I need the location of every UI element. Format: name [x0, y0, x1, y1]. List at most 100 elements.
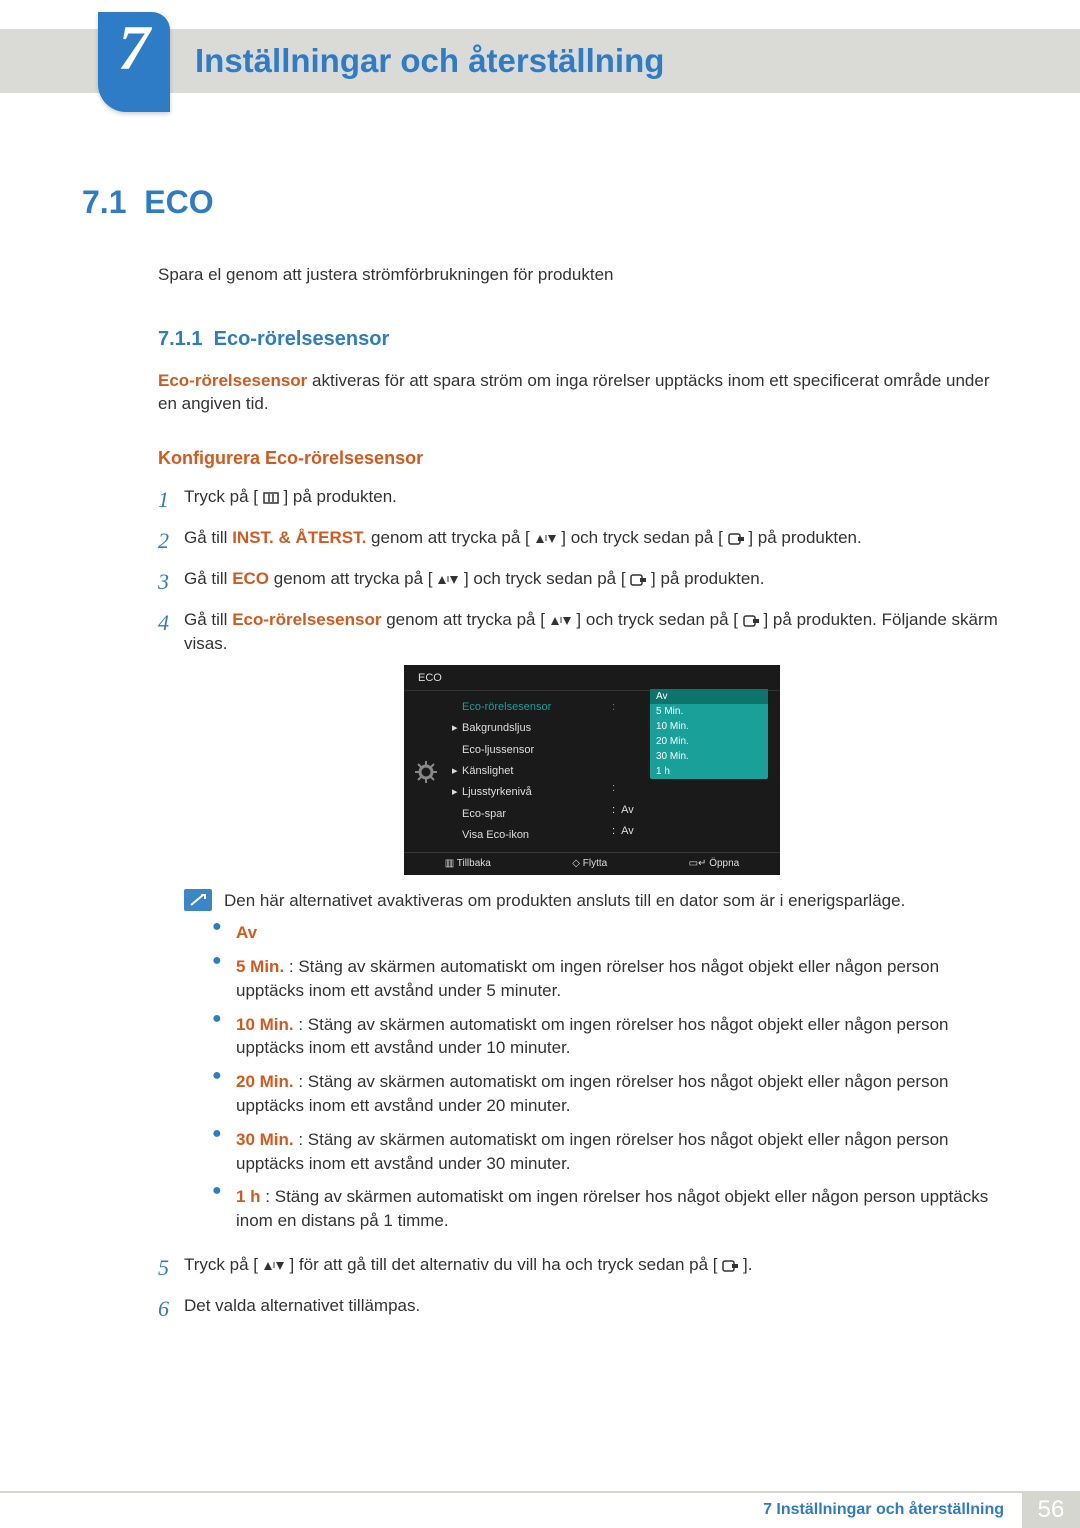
- t: Tryck på [: [184, 1255, 258, 1274]
- t: : Stäng av skärmen automatiskt om ingen …: [236, 1187, 988, 1230]
- step-num: 4: [158, 608, 184, 1243]
- config-heading: Konfigurera Eco-rörelsesensor: [158, 446, 1000, 471]
- updown-icon: [550, 615, 572, 627]
- option-bullets: ●Av ●5 Min. : Stäng av skärmen automatis…: [212, 921, 1000, 1233]
- enter-icon: [722, 1260, 738, 1272]
- footer-text: 7 Inställningar och återställning: [763, 1499, 1004, 1521]
- note: Den här alternativet avaktiveras om prod…: [184, 889, 1000, 913]
- t: Gå till: [184, 610, 232, 629]
- enter-icon: [728, 533, 744, 545]
- step-3: 3 Gå till ECO genom att trycka på [ ] oc…: [158, 567, 1000, 598]
- step-num: 1: [158, 485, 184, 516]
- step-num: 2: [158, 526, 184, 557]
- step-body: Det valda alternativet tillämpas.: [184, 1294, 1000, 1325]
- menu-ref: Eco-rörelsesensor: [232, 610, 381, 629]
- subsection-num: 7.1.1: [158, 328, 202, 350]
- updown-icon: [535, 533, 557, 545]
- osd-footer-move: ◇ Flytta: [572, 857, 607, 871]
- step-4: 4 Gå till Eco-rörelsesensor genom att tr…: [158, 608, 1000, 1243]
- bullet: ●20 Min. : Stäng av skärmen automatiskt …: [212, 1070, 1000, 1118]
- t: ].: [743, 1255, 752, 1274]
- osd-menu-screenshot: ECO Eco-rörelsesensor ▸Bakgrundsljus Eco…: [404, 665, 780, 875]
- section-heading: 7.1 ECO: [82, 180, 1000, 225]
- t: 30 Min.: [236, 1130, 294, 1149]
- step-6: 6 Det valda alternativet tillämpas.: [158, 1294, 1000, 1325]
- subsection-title: Eco-rörelsesensor: [214, 328, 390, 350]
- osd-dropdown-item: 1 h: [650, 764, 768, 779]
- bullet: ●1 h : Stäng av skärmen automatiskt om i…: [212, 1185, 1000, 1233]
- osd-dropdown: Av 5 Min. 10 Min. 20 Min. 30 Min. 1 h: [650, 689, 768, 779]
- chapter-number-badge: 7: [98, 12, 170, 112]
- t: : Stäng av skärmen automatiskt om ingen …: [236, 1015, 949, 1058]
- osd-item: ▸Ljusstyrkenivå: [448, 782, 608, 803]
- step-body: Gå till Eco-rörelsesensor genom att tryc…: [184, 608, 1000, 1243]
- osd-val: : Av: [608, 800, 780, 821]
- t: : Stäng av skärmen automatiskt om ingen …: [236, 1130, 949, 1173]
- step-num: 6: [158, 1294, 184, 1325]
- t: ] och tryck sedan på [: [561, 528, 723, 547]
- osd-item-names: Eco-rörelsesensor ▸Bakgrundsljus Eco-lju…: [448, 697, 608, 847]
- osd-item: Eco-ljussensor: [448, 740, 608, 761]
- osd-footer: ▥ Tillbaka ◇ Flytta ▭↵ Öppna: [404, 852, 780, 875]
- menu-button-icon: [263, 492, 279, 504]
- osd-item-values: : Av 5 Min. 10 Min. 20 Min. 30 Min. 1 h …: [608, 697, 780, 847]
- t: 20 Min.: [236, 1072, 294, 1091]
- menu-ref: ECO: [232, 569, 269, 588]
- osd-dropdown-item: 30 Min.: [650, 749, 768, 764]
- page-footer: 7 Inställningar och återställning 56: [0, 1491, 1080, 1527]
- page-content: 7.1 ECO Spara el genom att justera ström…: [82, 180, 1000, 1335]
- updown-icon: [437, 574, 459, 586]
- osd-section-icon: [404, 697, 448, 847]
- t: ] för att gå till det alternativ du vill…: [289, 1255, 717, 1274]
- step-num: 5: [158, 1253, 184, 1284]
- t: Tryck på [: [184, 487, 263, 506]
- t: genom att trycka på [: [381, 610, 544, 629]
- t: : Stäng av skärmen automatiskt om ingen …: [236, 1072, 949, 1115]
- t: Gå till: [184, 569, 232, 588]
- t: Av: [236, 923, 257, 942]
- chapter-title: Inställningar och återställning: [195, 38, 664, 84]
- note-text: Den här alternativet avaktiveras om prod…: [224, 889, 1000, 913]
- osd-title: ECO: [404, 665, 780, 690]
- osd-item: ▸Bakgrundsljus: [448, 718, 608, 739]
- t: genom att trycka på [: [366, 528, 529, 547]
- section-intro: Spara el genom att justera strömförbrukn…: [158, 263, 1000, 287]
- osd-footer-back: ▥ Tillbaka: [445, 857, 491, 871]
- t: ] på produkten.: [283, 487, 396, 506]
- menu-ref: INST. & ÅTERST.: [232, 528, 366, 547]
- t: 1 h: [236, 1187, 261, 1206]
- osd-item: Eco-spar: [448, 804, 608, 825]
- section-title: ECO: [144, 184, 213, 220]
- osd-val: : Av: [608, 821, 780, 842]
- enter-icon: [630, 574, 646, 586]
- footer-page-num: 56: [1022, 1492, 1080, 1528]
- t: ] på produkten.: [651, 569, 764, 588]
- enter-icon: [743, 615, 759, 627]
- osd-footer-open: ▭↵ Öppna: [689, 857, 740, 871]
- note-icon: [184, 889, 212, 911]
- steps-list: 1 Tryck på [ ] på produkten. 2 Gå till I…: [158, 485, 1000, 1324]
- t: 10 Min.: [236, 1015, 294, 1034]
- t: genom att trycka på [: [269, 569, 432, 588]
- step-body: Gå till INST. & ÅTERST. genom att trycka…: [184, 526, 1000, 557]
- updown-icon: [263, 1260, 285, 1272]
- step-2: 2 Gå till INST. & ÅTERST. genom att tryc…: [158, 526, 1000, 557]
- t: Gå till: [184, 528, 232, 547]
- osd-item: Eco-rörelsesensor: [448, 697, 608, 718]
- bullet: ●Av: [212, 921, 1000, 945]
- bullet: ●10 Min. : Stäng av skärmen automatiskt …: [212, 1013, 1000, 1061]
- bullet: ●30 Min. : Stäng av skärmen automatiskt …: [212, 1128, 1000, 1176]
- section-num: 7.1: [82, 184, 126, 220]
- osd-item: Visa Eco-ikon: [448, 825, 608, 846]
- step-body: Tryck på [ ] på produkten.: [184, 485, 1000, 516]
- osd-val: :: [608, 778, 780, 799]
- step-1: 1 Tryck på [ ] på produkten.: [158, 485, 1000, 516]
- step-num: 3: [158, 567, 184, 598]
- osd-dropdown-item: 5 Min.: [650, 704, 768, 719]
- step-5: 5 Tryck på [ ] för att gå till det alter…: [158, 1253, 1000, 1284]
- bullet: ●5 Min. : Stäng av skärmen automatiskt o…: [212, 955, 1000, 1003]
- step-body: Tryck på [ ] för att gå till det alterna…: [184, 1253, 1000, 1284]
- t: : Stäng av skärmen automatiskt om ingen …: [236, 957, 939, 1000]
- t: ] och tryck sedan på [: [464, 569, 626, 588]
- subsection-heading: 7.1.1 Eco-rörelsesensor: [158, 325, 1000, 353]
